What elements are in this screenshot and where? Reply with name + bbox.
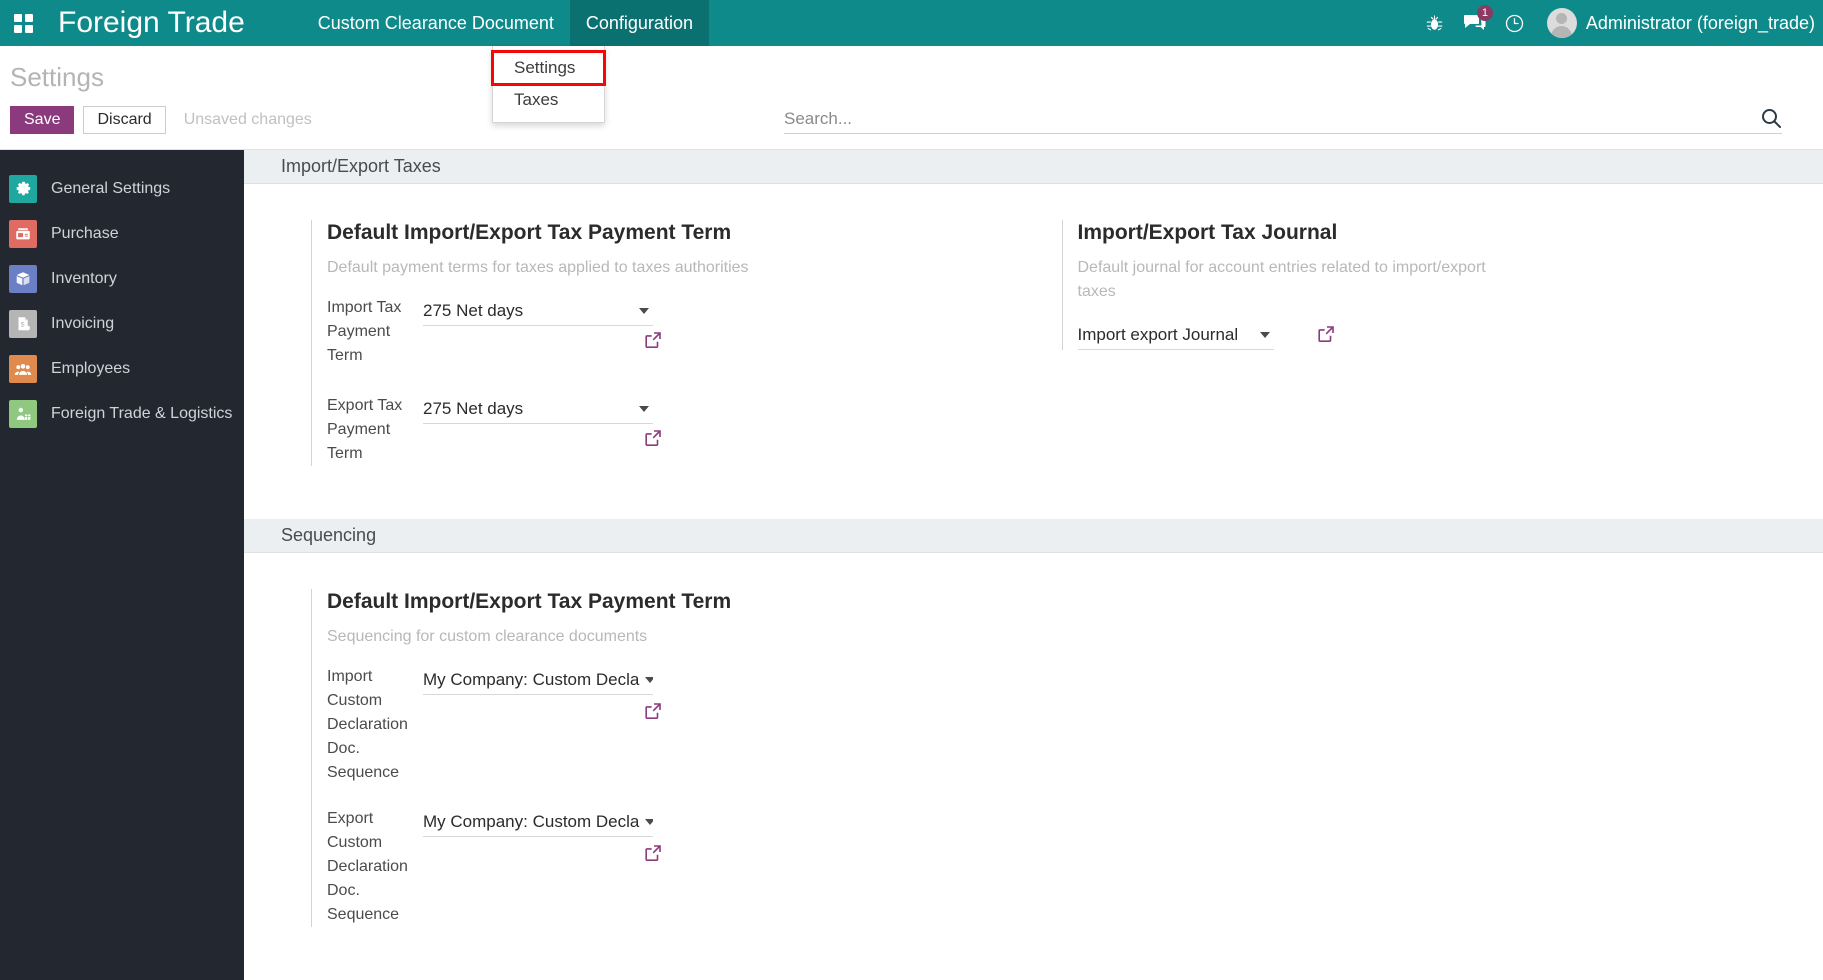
field-label: Export Custom Declaration Doc. Sequence bbox=[327, 810, 408, 923]
setting-block-import-export-tax-journal: Import/Export Tax Journal Default journa… bbox=[1061, 220, 1522, 350]
sidebar-item-purchase[interactable]: Purchase bbox=[0, 211, 244, 256]
field-control: My Company: Custom Decla bbox=[423, 665, 661, 785]
main-menu: Custom Clearance Document Configuration bbox=[302, 0, 709, 46]
gear-icon bbox=[9, 174, 37, 203]
sidebar-item-foreign-trade-logistics[interactable]: Foreign Trade & Logistics bbox=[0, 391, 244, 436]
apps-grid-icon bbox=[13, 13, 33, 33]
setting-title: Default Import/Export Tax Payment Term bbox=[327, 221, 732, 244]
settings-grid-taxes: Default Import/Export Tax Payment Term D… bbox=[244, 184, 1823, 468]
field-label: Import Tax Payment Term bbox=[327, 299, 402, 364]
field-label: Export Tax Payment Term bbox=[327, 397, 403, 462]
chevron-down-icon bbox=[1259, 331, 1270, 338]
user-name-label: Administrator (foreign_trade) bbox=[1585, 12, 1815, 33]
settings-content: Import/Export Taxes Default Import/Expor… bbox=[244, 150, 1823, 980]
clock-icon[interactable] bbox=[1495, 0, 1535, 46]
field-label: Import Custom Declaration Doc. Sequence bbox=[327, 668, 408, 781]
trade-worker-icon bbox=[9, 399, 37, 428]
external-link-icon[interactable] bbox=[643, 843, 663, 868]
sidebar-item-label: Invoicing bbox=[51, 314, 115, 332]
settings-column-right-empty bbox=[1034, 589, 1823, 929]
select-value: Import export Journal bbox=[1077, 324, 1239, 344]
search-icon[interactable] bbox=[1760, 107, 1782, 134]
sidebar-item-label: Inventory bbox=[51, 269, 117, 287]
setting-description: Default payment terms for taxes applied … bbox=[327, 259, 749, 276]
dropdown-item-settings[interactable]: Settings bbox=[491, 50, 606, 86]
invoice-dollar-icon: $ bbox=[9, 309, 37, 338]
svg-text:$: $ bbox=[21, 321, 25, 328]
sidebar-item-invoicing[interactable]: $ Invoicing bbox=[0, 301, 244, 346]
settings-grid-sequencing: Default Import/Export Tax Payment Term S… bbox=[244, 553, 1823, 929]
field-export-custom-declaration-sequence: Export Custom Declaration Doc. Sequence … bbox=[327, 807, 871, 927]
import-export-tax-journal-select[interactable]: Import export Journal bbox=[1077, 320, 1274, 350]
select-value: 275 Net days bbox=[423, 398, 524, 418]
chevron-down-icon bbox=[645, 676, 653, 683]
setting-block-sequencing: Default Import/Export Tax Payment Term S… bbox=[311, 589, 871, 927]
field-control: 275 Net days bbox=[423, 296, 661, 368]
avatar bbox=[1546, 8, 1577, 38]
field-import-export-tax-journal: Import export Journal bbox=[1077, 320, 1522, 350]
sidebar-item-inventory[interactable]: Inventory bbox=[0, 256, 244, 301]
settings-column-left: Default Import/Export Tax Payment Term D… bbox=[244, 220, 1034, 468]
import-custom-declaration-sequence-select[interactable]: My Company: Custom Decla bbox=[423, 665, 653, 695]
dropdown-item-taxes[interactable]: Taxes bbox=[493, 84, 604, 116]
action-buttons: Save Discard Unsaved changes bbox=[10, 106, 312, 134]
setting-description: Sequencing for custom clearance document… bbox=[327, 628, 648, 645]
search-input[interactable] bbox=[784, 108, 1782, 129]
field-control: Import export Journal bbox=[1077, 320, 1334, 350]
section-header-sequencing: Sequencing bbox=[244, 519, 1823, 553]
bug-icon[interactable] bbox=[1415, 0, 1455, 46]
sidebar-item-label: Purchase bbox=[51, 224, 119, 242]
select-value: My Company: Custom Decla bbox=[423, 669, 640, 689]
control-panel: Settings Save Discard Unsaved changes bbox=[0, 46, 1823, 150]
messages-icon[interactable]: 1 bbox=[1455, 0, 1495, 46]
sidebar-item-label: Employees bbox=[51, 359, 131, 377]
save-button[interactable]: Save bbox=[10, 106, 75, 134]
import-tax-payment-term-select[interactable]: 275 Net days bbox=[423, 296, 653, 326]
sidebar-item-general-settings[interactable]: General Settings bbox=[0, 166, 244, 211]
sidebar-item-label: General Settings bbox=[51, 179, 171, 197]
chevron-down-icon bbox=[639, 405, 649, 412]
external-link-icon[interactable] bbox=[643, 428, 663, 453]
topbar-right-tools: 1 Administrator (foreign_trade) bbox=[1415, 0, 1823, 46]
page-title: Settings bbox=[10, 62, 104, 92]
discard-button[interactable]: Discard bbox=[83, 106, 166, 134]
field-import-tax-payment-term: Import Tax Payment Term 275 Net days bbox=[327, 296, 871, 368]
box-icon bbox=[9, 264, 37, 293]
app-brand-title: Foreign Trade bbox=[58, 6, 245, 39]
apps-menu-button[interactable] bbox=[0, 0, 46, 46]
menu-configuration[interactable]: Configuration bbox=[569, 0, 709, 46]
user-menu[interactable]: Administrator (foreign_trade) bbox=[1535, 8, 1815, 38]
field-control: My Company: Custom Decla bbox=[423, 807, 661, 927]
configuration-dropdown-menu: Settings Taxes bbox=[491, 46, 606, 123]
setting-block-default-tax-payment-term: Default Import/Export Tax Payment Term D… bbox=[311, 220, 871, 466]
chevron-down-icon bbox=[639, 307, 649, 314]
search-bar bbox=[784, 104, 1782, 134]
section-header-import-export-taxes: Import/Export Taxes bbox=[244, 150, 1823, 184]
settings-sidebar: General Settings Purchase Inventory $ In… bbox=[0, 150, 244, 980]
field-control: 275 Net days bbox=[423, 394, 661, 466]
chevron-down-icon bbox=[645, 818, 653, 825]
unsaved-changes-status: Unsaved changes bbox=[183, 111, 312, 128]
menu-custom-clearance-document[interactable]: Custom Clearance Document bbox=[302, 0, 570, 46]
select-value: My Company: Custom Decla bbox=[423, 811, 640, 831]
settings-column-right: Import/Export Tax Journal Default journa… bbox=[1034, 220, 1823, 468]
field-import-custom-declaration-sequence: Import Custom Declaration Doc. Sequence … bbox=[327, 665, 871, 785]
setting-title: Import/Export Tax Journal bbox=[1077, 221, 1338, 244]
export-tax-payment-term-select[interactable]: 275 Net days bbox=[423, 394, 653, 424]
external-link-icon[interactable] bbox=[643, 330, 663, 355]
setting-title: Default Import/Export Tax Payment Term bbox=[327, 590, 732, 613]
setting-description: Default journal for account entries rela… bbox=[1077, 259, 1486, 300]
export-custom-declaration-sequence-select[interactable]: My Company: Custom Decla bbox=[423, 807, 653, 837]
select-value: 275 Net days bbox=[423, 300, 524, 320]
top-navbar: Foreign Trade Custom Clearance Document … bbox=[0, 0, 1823, 46]
people-icon bbox=[9, 354, 37, 383]
field-export-tax-payment-term: Export Tax Payment Term 275 Net days bbox=[327, 394, 871, 466]
sidebar-item-label: Foreign Trade & Logistics bbox=[51, 404, 233, 422]
messages-count-badge: 1 bbox=[1476, 5, 1493, 21]
sidebar-item-employees[interactable]: Employees bbox=[0, 346, 244, 391]
external-link-icon[interactable] bbox=[643, 701, 663, 726]
external-link-icon[interactable] bbox=[1316, 324, 1336, 349]
purchase-card-icon bbox=[9, 219, 37, 248]
settings-column-left: Default Import/Export Tax Payment Term S… bbox=[244, 589, 1034, 929]
